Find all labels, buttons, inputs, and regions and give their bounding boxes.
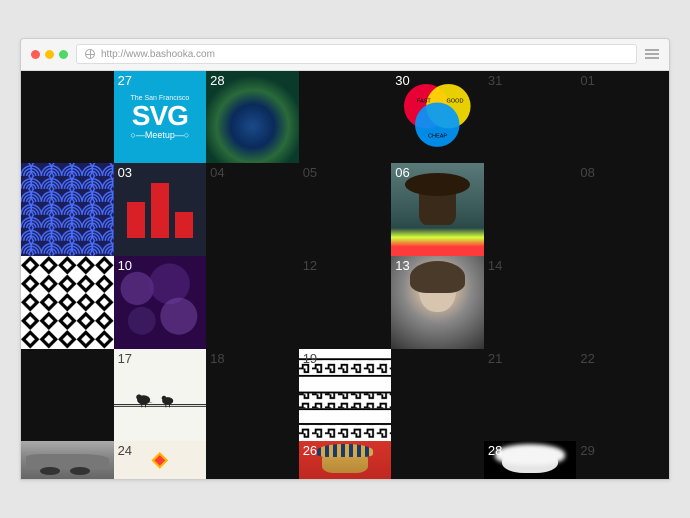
sf-label: The San Francisco: [130, 95, 189, 102]
maximize-dot[interactable]: [59, 50, 68, 59]
calendar-cell: 29: [576, 441, 669, 479]
svg-text:FAST: FAST: [417, 98, 431, 104]
wave-pattern-tile[interactable]: [21, 163, 114, 256]
calendar-cell: 22: [576, 349, 669, 442]
calendar-cell: 01: [576, 71, 669, 164]
calendar-cell[interactable]: 24: [114, 441, 207, 479]
day-number: 22: [580, 351, 594, 366]
calendar-cell: [576, 256, 669, 349]
calendar-cell: 05: [299, 163, 392, 256]
day-number: 21: [488, 351, 502, 366]
calendar-cell: [21, 71, 114, 164]
calendar-cell: 08: [576, 163, 669, 256]
day-number: 19: [303, 351, 317, 366]
day-number: 01: [580, 73, 594, 88]
day-number: 14: [488, 258, 502, 273]
calendar-cell: [484, 163, 577, 256]
window-controls: [31, 50, 68, 59]
calendar-cell: 31: [484, 71, 577, 164]
day-number: 13: [395, 258, 409, 273]
day-number: 31: [488, 73, 502, 88]
diamond-pattern-tile[interactable]: [21, 256, 114, 349]
calendar-cell: [391, 441, 484, 479]
meetup-label: ○—Meetup—○: [130, 130, 189, 140]
calendar-cell[interactable]: 10: [114, 256, 207, 349]
calendar-cell: 18: [206, 349, 299, 442]
day-number: 12: [303, 258, 317, 273]
svg-text:GOOD: GOOD: [447, 98, 464, 104]
calendar-cell[interactable]: The San FranciscoSVG○—Meetup—○ 27: [114, 71, 207, 164]
day-number: 03: [118, 165, 132, 180]
browser-window: http://www.bashooka.com The San Francisc…: [20, 38, 670, 480]
day-number: 17: [118, 351, 132, 366]
calendar-cell[interactable]: 19: [299, 349, 392, 442]
calendar-cell[interactable]: [21, 441, 114, 479]
calendar-cell: [391, 349, 484, 442]
minimize-dot[interactable]: [45, 50, 54, 59]
calendar-cell[interactable]: FAST GOOD CHEAP 30: [391, 71, 484, 164]
day-number: 08: [580, 165, 594, 180]
svg-label: SVG: [132, 102, 188, 130]
page-viewport: The San FranciscoSVG○—Meetup—○ 27 28 FAST GO…: [21, 71, 669, 479]
day-number: 04: [210, 165, 224, 180]
calendar-cell[interactable]: 13: [391, 256, 484, 349]
calendar-cell[interactable]: 28: [484, 441, 577, 479]
calendar-cell[interactable]: 26: [299, 441, 392, 479]
calendar-cell[interactable]: 06: [391, 163, 484, 256]
calendar-cell: [299, 71, 392, 164]
calendar-cell: [21, 349, 114, 442]
browser-chrome: http://www.bashooka.com: [21, 39, 669, 71]
menu-icon[interactable]: [645, 49, 659, 59]
calendar-grid: The San FranciscoSVG○—Meetup—○ 27 28 FAST GO…: [21, 71, 669, 479]
day-number: 26: [303, 443, 317, 458]
calendar-cell: 14: [484, 256, 577, 349]
day-number: 06: [395, 165, 409, 180]
calendar-cell: 04: [206, 163, 299, 256]
calendar-cell: [206, 441, 299, 479]
calendar-cell: [206, 256, 299, 349]
car-photo-tile[interactable]: [21, 441, 114, 479]
calendar-cell[interactable]: [21, 163, 114, 256]
day-number: 24: [118, 443, 132, 458]
calendar-cell[interactable]: 03: [114, 163, 207, 256]
globe-icon: [85, 49, 95, 59]
day-number: 10: [118, 258, 132, 273]
day-number: 28: [210, 73, 224, 88]
calendar-cell[interactable]: 28: [206, 71, 299, 164]
day-number: 05: [303, 165, 317, 180]
day-number: 29: [580, 443, 594, 458]
close-dot[interactable]: [31, 50, 40, 59]
day-number: 28: [488, 443, 502, 458]
day-number: 27: [118, 73, 132, 88]
calendar-cell[interactable]: [21, 256, 114, 349]
day-number: 18: [210, 351, 224, 366]
calendar-cell[interactable]: 17: [114, 349, 207, 442]
day-number: 30: [395, 73, 409, 88]
calendar-cell: 12: [299, 256, 392, 349]
url-text: http://www.bashooka.com: [101, 49, 215, 60]
calendar-cell: 21: [484, 349, 577, 442]
address-bar[interactable]: http://www.bashooka.com: [76, 44, 637, 64]
svg-text:CHEAP: CHEAP: [428, 133, 447, 139]
